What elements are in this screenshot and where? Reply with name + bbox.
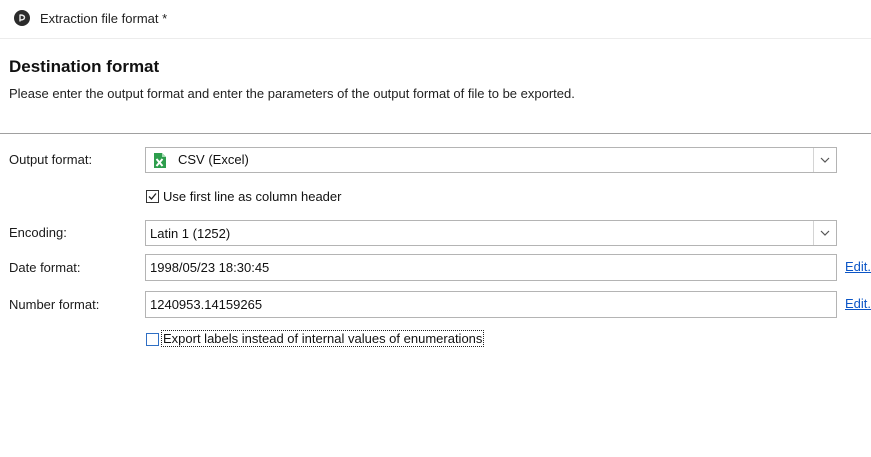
window-title: Extraction file format * [40, 11, 168, 26]
first-line-header-checkbox[interactable] [146, 190, 159, 203]
excel-csv-icon [152, 152, 168, 169]
encoding-label: Encoding: [9, 225, 67, 240]
output-format-select[interactable]: CSV (Excel) [145, 147, 837, 173]
output-format-value: CSV (Excel) [178, 152, 249, 167]
number-format-input[interactable] [146, 292, 836, 317]
export-labels-checkbox[interactable] [146, 333, 159, 346]
number-format-label: Number format: [9, 297, 100, 312]
date-format-field[interactable] [145, 254, 837, 281]
date-format-edit-link[interactable]: Edit... [845, 259, 871, 274]
encoding-value: Latin 1 (1252) [150, 226, 231, 241]
header-divider [0, 133, 871, 134]
chevron-down-icon[interactable] [813, 148, 836, 172]
date-format-input[interactable] [146, 255, 836, 280]
app-logo-icon [14, 10, 30, 26]
page-description: Please enter the output format and enter… [9, 86, 575, 101]
encoding-select[interactable]: Latin 1 (1252) [145, 220, 837, 246]
export-labels-label[interactable]: Export labels instead of internal values… [160, 330, 485, 347]
first-line-header-label[interactable]: Use first line as column header [163, 189, 341, 204]
page-title: Destination format [9, 57, 160, 76]
title-bar: Extraction file format * [0, 0, 871, 39]
number-format-field[interactable] [145, 291, 837, 318]
chevron-down-icon[interactable] [813, 221, 836, 245]
number-format-edit-link[interactable]: Edit... [845, 296, 871, 311]
output-format-label: Output format: [9, 152, 93, 167]
date-format-label: Date format: [9, 260, 81, 275]
